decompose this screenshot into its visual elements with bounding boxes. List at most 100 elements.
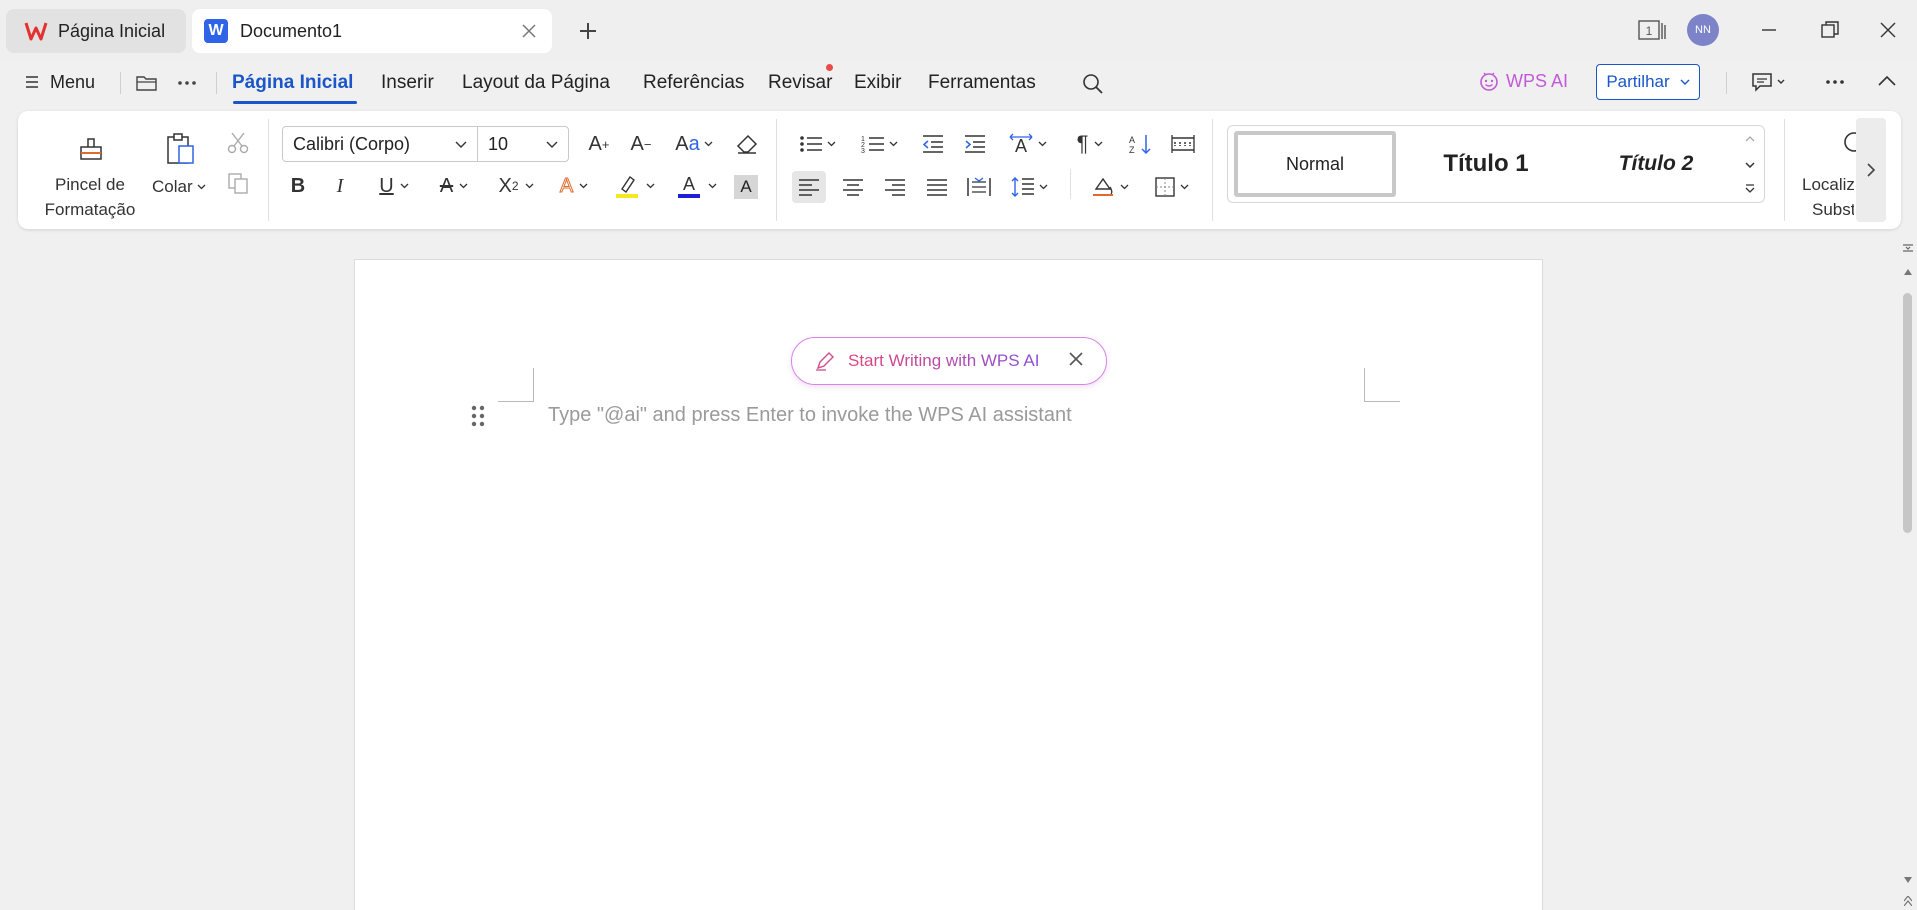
page-view-icon[interactable]: 1	[1637, 14, 1669, 46]
italic-icon[interactable]: I	[326, 171, 354, 201]
tab-document[interactable]: W Documento1	[192, 9, 552, 53]
drag-handle-icon[interactable]	[470, 404, 486, 428]
change-case-icon[interactable]: Aa	[670, 129, 718, 159]
replace-label: Subst	[1812, 200, 1854, 219]
bold-icon[interactable]: B	[284, 171, 312, 201]
line-spacing-icon[interactable]	[1006, 171, 1052, 203]
notification-dot	[826, 64, 833, 71]
increase-indent-icon[interactable]	[960, 129, 990, 159]
shrink-font-icon[interactable]: A −	[626, 129, 656, 159]
close-window-icon[interactable]	[1872, 14, 1904, 46]
bullets-list-icon[interactable]	[794, 129, 840, 159]
align-center-icon[interactable]	[836, 171, 870, 203]
cut-scissors-icon[interactable]	[224, 129, 252, 157]
format-painter-button[interactable]: Pincel de Formatação	[30, 172, 150, 222]
paste-button[interactable]: Colar	[152, 174, 216, 199]
open-folder-icon[interactable]	[134, 70, 160, 96]
divider	[1726, 72, 1727, 94]
align-right-icon[interactable]	[878, 171, 912, 203]
text-effects-icon[interactable]: A	[552, 171, 596, 201]
menu-button[interactable]: Menu	[24, 68, 95, 96]
distributed-align-icon[interactable]	[962, 171, 996, 203]
ribbon-scroll-right-chevron-icon[interactable]	[1856, 118, 1886, 222]
paste-clipboard-icon[interactable]	[163, 131, 199, 167]
comments-icon[interactable]	[1748, 68, 1792, 96]
sort-icon[interactable]: AZ	[1126, 129, 1156, 159]
style-normal[interactable]: Normal	[1234, 131, 1396, 197]
divider	[1784, 119, 1785, 221]
start-writing-label: Start Writing with WPS AI	[848, 351, 1040, 370]
prev-page-arrow-icon[interactable]	[1900, 894, 1916, 908]
svg-text:3: 3	[861, 148, 865, 154]
font-color-icon[interactable]: A	[672, 171, 720, 201]
justify-icon[interactable]	[920, 171, 954, 203]
svg-text:A: A	[1129, 135, 1135, 145]
paragraph-shading-icon[interactable]	[1086, 171, 1132, 203]
editor-placeholder[interactable]: Type "@ai" and press Enter to invoke the…	[548, 404, 1072, 427]
tab-review[interactable]: Revisar	[768, 72, 832, 94]
numbered-list-icon[interactable]: 123	[856, 129, 902, 159]
font-name-select[interactable]: Calibri (Corpo)	[282, 126, 478, 162]
page-count-badge: 1	[1646, 24, 1653, 38]
tab-references[interactable]: Referências	[643, 72, 744, 94]
wps-ai-button[interactable]: WPS AI	[1478, 70, 1568, 92]
chevron-down-icon	[1680, 79, 1690, 85]
minimize-icon[interactable]	[1753, 14, 1785, 46]
wps-ai-icon	[1480, 72, 1498, 91]
split-view-icon[interactable]	[1900, 240, 1916, 256]
gallery-expand-icon[interactable]	[1740, 180, 1760, 198]
restore-icon[interactable]	[1814, 14, 1846, 46]
scroll-up-arrow-icon[interactable]	[1900, 264, 1916, 280]
chevron-down-icon	[455, 141, 467, 148]
share-button[interactable]: Partilhar	[1596, 64, 1700, 100]
divider	[120, 72, 121, 94]
show-paragraph-marks-icon[interactable]: ¶	[1068, 129, 1112, 159]
title-bar: Página Inicial W Documento1 1 NN	[0, 0, 1917, 60]
gallery-scroll-down-icon[interactable]	[1740, 156, 1760, 174]
style-title-2[interactable]: Título 2	[1576, 131, 1736, 197]
tab-document-label: Documento1	[240, 20, 343, 41]
tab-insert[interactable]: Inserir	[381, 72, 434, 94]
styles-gallery: Normal Título 1 Título 2	[1227, 125, 1765, 203]
align-left-icon[interactable]	[792, 171, 826, 203]
avatar[interactable]: NN	[1687, 14, 1719, 46]
gallery-scroll-up-icon[interactable]	[1740, 130, 1760, 148]
tab-view[interactable]: Exibir	[854, 72, 902, 94]
scrollbar-thumb[interactable]	[1903, 293, 1912, 533]
font-size-select[interactable]: 10	[477, 126, 569, 162]
tab-home[interactable]: Página Inicial	[6, 9, 186, 53]
character-shading-icon[interactable]: A	[732, 173, 760, 201]
scroll-down-arrow-icon[interactable]	[1900, 872, 1916, 888]
strikethrough-icon[interactable]: A	[432, 171, 476, 201]
divider	[268, 119, 269, 221]
clear-formatting-eraser-icon[interactable]	[732, 129, 762, 159]
close-tab-icon[interactable]	[518, 20, 540, 42]
grow-font-icon[interactable]: A +	[584, 129, 614, 159]
margin-crop-mark	[1364, 368, 1400, 402]
ribbon-toolbar: Pincel de Formatação Colar Calibri (Corp…	[18, 111, 1901, 229]
active-tab-indicator	[233, 101, 357, 104]
collapse-ribbon-chevron-up-icon[interactable]	[1872, 68, 1902, 94]
style-title-1[interactable]: Título 1	[1406, 131, 1566, 197]
wps-ai-label: WPS AI	[1506, 70, 1569, 91]
table-grid-icon[interactable]	[1168, 129, 1198, 159]
tab-page-layout[interactable]: Layout da Página	[462, 72, 610, 94]
search-icon[interactable]	[1078, 69, 1108, 99]
tab-home-ribbon[interactable]: Página Inicial	[232, 72, 353, 94]
character-spacing-icon[interactable]: A	[1004, 129, 1050, 159]
start-writing-wps-ai-button[interactable]: Start Writing with WPS AI	[791, 337, 1107, 385]
find-replace-button[interactable]: Localiz Subst	[1802, 172, 1854, 222]
close-icon[interactable]	[1068, 351, 1088, 371]
superscript-icon[interactable]: X2	[492, 171, 540, 201]
wps-logo-icon	[24, 22, 48, 41]
more-options-icon[interactable]	[174, 70, 200, 96]
underline-icon[interactable]: U	[372, 171, 416, 201]
borders-icon[interactable]	[1148, 171, 1194, 203]
copy-icon[interactable]	[224, 169, 252, 197]
format-painter-icon[interactable]	[74, 131, 108, 165]
new-tab-plus-icon[interactable]	[574, 17, 602, 45]
decrease-indent-icon[interactable]	[918, 129, 948, 159]
tab-tools[interactable]: Ferramentas	[928, 72, 1036, 94]
more-options-icon[interactable]	[1820, 70, 1850, 94]
highlight-color-icon[interactable]	[610, 171, 658, 201]
